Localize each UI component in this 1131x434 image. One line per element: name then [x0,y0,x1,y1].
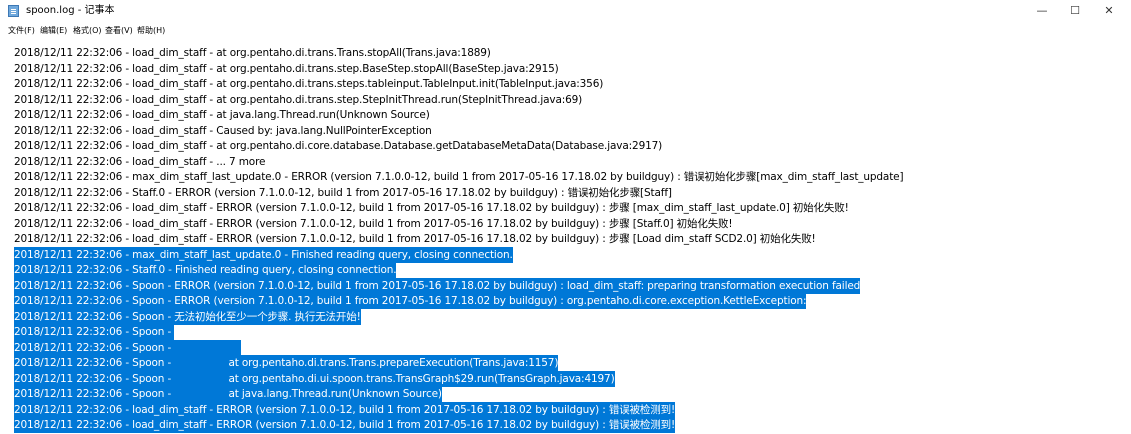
menu-help[interactable]: 帮助(H) [137,25,165,36]
minimize-button[interactable]: — [1027,3,1057,19]
selected-log-line[interactable]: 2018/12/11 22:32:06 - load_dim_staff - E… [14,417,675,433]
log-line[interactable]: 2018/12/11 22:32:06 - load_dim_staff - a… [14,45,491,61]
selected-log-line[interactable]: 2018/12/11 22:32:06 - Spoon - [14,339,242,356]
log-line[interactable]: 2018/12/11 22:32:06 - load_dim_staff - a… [14,76,603,92]
menu-bar: 文件(F) 编辑(E) 格式(O) 查看(V) 帮助(H) [0,22,1131,40]
text-editor-area[interactable]: 2018/12/11 22:32:06 - load_dim_staff - a… [0,41,1131,434]
title-bar[interactable]: spoon.log - 记事本 — ☐ ✕ [0,0,1131,22]
log-line[interactable]: 2018/12/11 22:32:06 - load_dim_staff - a… [14,138,662,154]
log-line[interactable]: 2018/12/11 22:32:06 - load_dim_staff - E… [14,200,849,216]
selected-log-line[interactable]: 2018/12/11 22:32:06 - Staff.0 - Finished… [14,262,397,278]
window-title: spoon.log - 记事本 [26,5,115,16]
log-line[interactable]: 2018/12/11 22:32:06 - max_dim_staff_last… [14,169,904,185]
selected-log-line[interactable]: 2018/12/11 22:32:06 - load_dim_staff - E… [14,401,675,418]
menu-format[interactable]: 格式(O) [73,25,102,36]
log-line[interactable]: 2018/12/11 22:32:06 - load_dim_staff - a… [14,92,582,108]
menu-file[interactable]: 文件(F) [8,25,35,36]
close-button[interactable]: ✕ [1094,3,1124,19]
log-line[interactable]: 2018/12/11 22:32:06 - load_dim_staff - a… [14,107,430,123]
log-line[interactable]: 2018/12/11 22:32:06 - load_dim_staff - C… [14,123,432,139]
menu-view[interactable]: 查看(V) [105,25,133,36]
log-line[interactable]: 2018/12/11 22:32:06 - load_dim_staff - .… [14,154,265,170]
selected-log-line[interactable]: 2018/12/11 22:32:06 - Spoon - at org.pen… [14,355,558,371]
selected-log-line[interactable]: 2018/12/11 22:32:06 - Spoon - at java.la… [14,386,442,402]
selected-log-line[interactable]: 2018/12/11 22:32:06 - Spoon - [14,324,175,340]
maximize-button[interactable]: ☐ [1060,3,1090,19]
selected-log-line[interactable]: 2018/12/11 22:32:06 - max_dim_staff_last… [14,246,513,263]
selected-log-line[interactable]: 2018/12/11 22:32:06 - Spoon - at org.pen… [14,370,615,387]
log-line[interactable]: 2018/12/11 22:32:06 - load_dim_staff - E… [14,216,733,232]
log-line[interactable]: 2018/12/11 22:32:06 - load_dim_staff - E… [14,231,816,247]
selected-log-line[interactable]: 2018/12/11 22:32:06 - Spoon - ERROR (ver… [14,293,807,309]
menu-edit[interactable]: 编辑(E) [40,25,67,36]
selected-log-line[interactable]: 2018/12/11 22:32:06 - Spoon - ERROR (ver… [14,277,860,294]
log-line[interactable]: 2018/12/11 22:32:06 - Staff.0 - ERROR (v… [14,185,672,201]
log-line[interactable]: 2018/12/11 22:32:06 - load_dim_staff - a… [14,61,559,77]
selected-log-line[interactable]: 2018/12/11 22:32:06 - Spoon - 无法初始化至少一个步… [14,308,361,325]
notepad-icon [8,5,19,17]
